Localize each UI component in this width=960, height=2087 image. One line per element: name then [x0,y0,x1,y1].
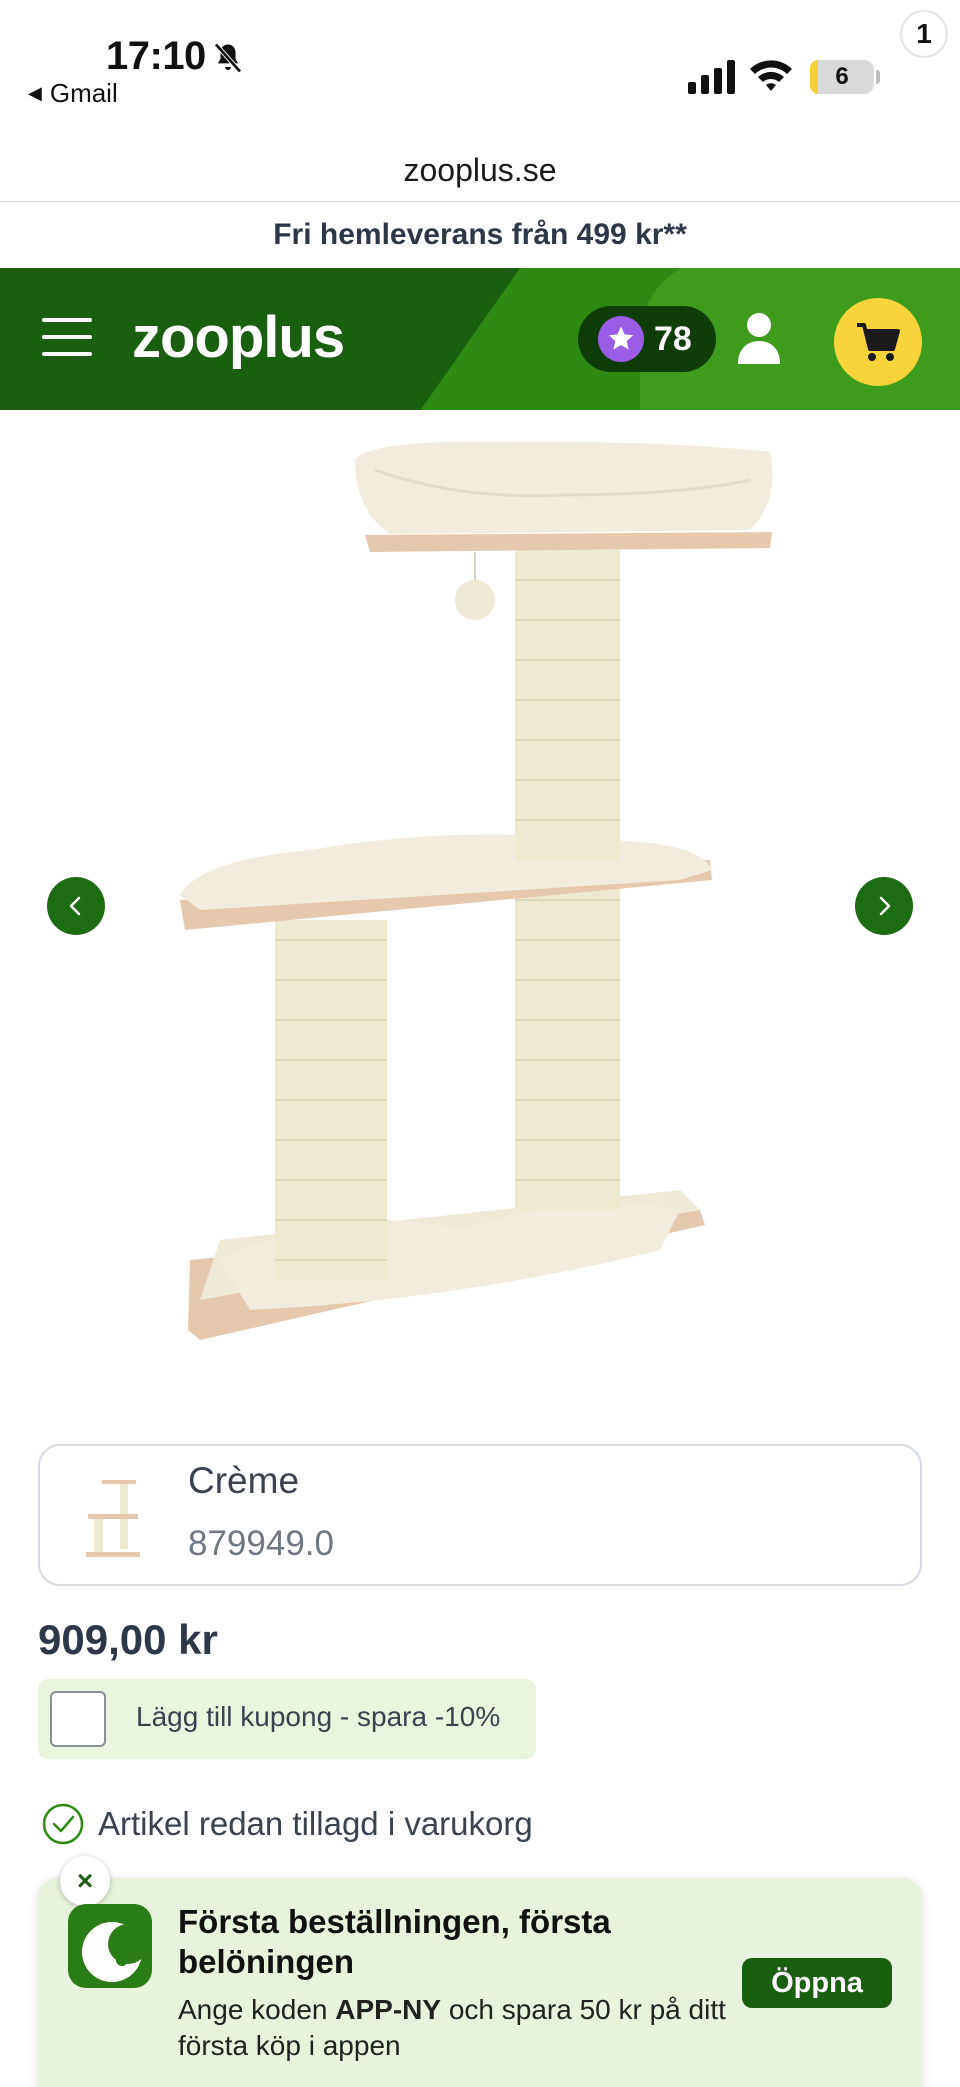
promo-code: APP-NY [335,1994,442,2025]
close-icon: × [76,1865,94,1896]
cart-button[interactable] [834,298,922,386]
url-text: zooplus.se [403,152,557,188]
product-price: 909,00 kr [38,1616,218,1663]
promo-text: Fri hemleverans från 499 kr** [273,218,687,251]
variant-thumbnail [86,1480,140,1557]
next-image-button[interactable] [855,877,913,935]
user-icon[interactable] [736,312,782,364]
back-arrow-icon: ◀ [28,83,42,103]
menu-icon[interactable] [42,318,92,358]
star-icon [598,316,644,362]
variant-sku: 879949.0 [188,1524,334,1563]
cart-icon [857,323,900,361]
close-banner-button[interactable]: × [60,1856,110,1906]
coupon-checkbox[interactable] [50,1691,106,1747]
product-image-cat-tree[interactable] [160,440,800,1360]
zooplus-app-icon [68,1904,152,1988]
variant-selector[interactable]: Crème 879949.0 [38,1444,922,1586]
check-circle-icon [42,1803,84,1845]
signal-icon [688,60,735,94]
variant-name: Crème [188,1460,300,1501]
cart-status: Artikel redan tillagd i varukorg [42,1803,533,1845]
chevron-right-icon [879,896,891,916]
free-delivery-banner[interactable]: Fri hemleverans från 499 kr** [0,202,960,268]
status-bar: 17:10 ◀ Gmail 6 [0,0,960,140]
previous-image-button[interactable] [47,877,105,935]
bell-slash-icon [214,43,242,73]
banner-title: Första beställningen, första belöningen [178,1903,611,1980]
battery-level: 6 [835,63,849,90]
open-app-button[interactable]: Öppna [742,1958,892,2008]
battery-icon: 6 [810,60,874,94]
wifi-icon [750,60,792,91]
coupon-option[interactable]: Lägg till kupong - spara -10% [38,1679,536,1759]
cart-status-text: Artikel redan tillagd i varukorg [98,1805,533,1842]
banner-body: Ange koden APP-NY och spara 50 kr på dit… [178,1994,726,2061]
cart-count-badge: 1 [900,10,948,58]
status-time: 17:10 [106,34,206,78]
loyalty-points-button[interactable]: 78 [578,306,716,372]
address-bar[interactable]: zooplus.se [0,140,960,202]
zooplus-logo[interactable]: zooplus [132,304,345,371]
back-to-gmail-link[interactable]: ◀ Gmail [28,78,118,109]
coupon-label: Lägg till kupong - spara -10% [136,1701,501,1732]
back-app-label: Gmail [49,78,118,108]
chevron-left-icon [69,896,81,916]
battery-nub [876,70,880,84]
site-header: zooplus 78 [0,268,960,410]
points-value: 78 [654,319,692,358]
